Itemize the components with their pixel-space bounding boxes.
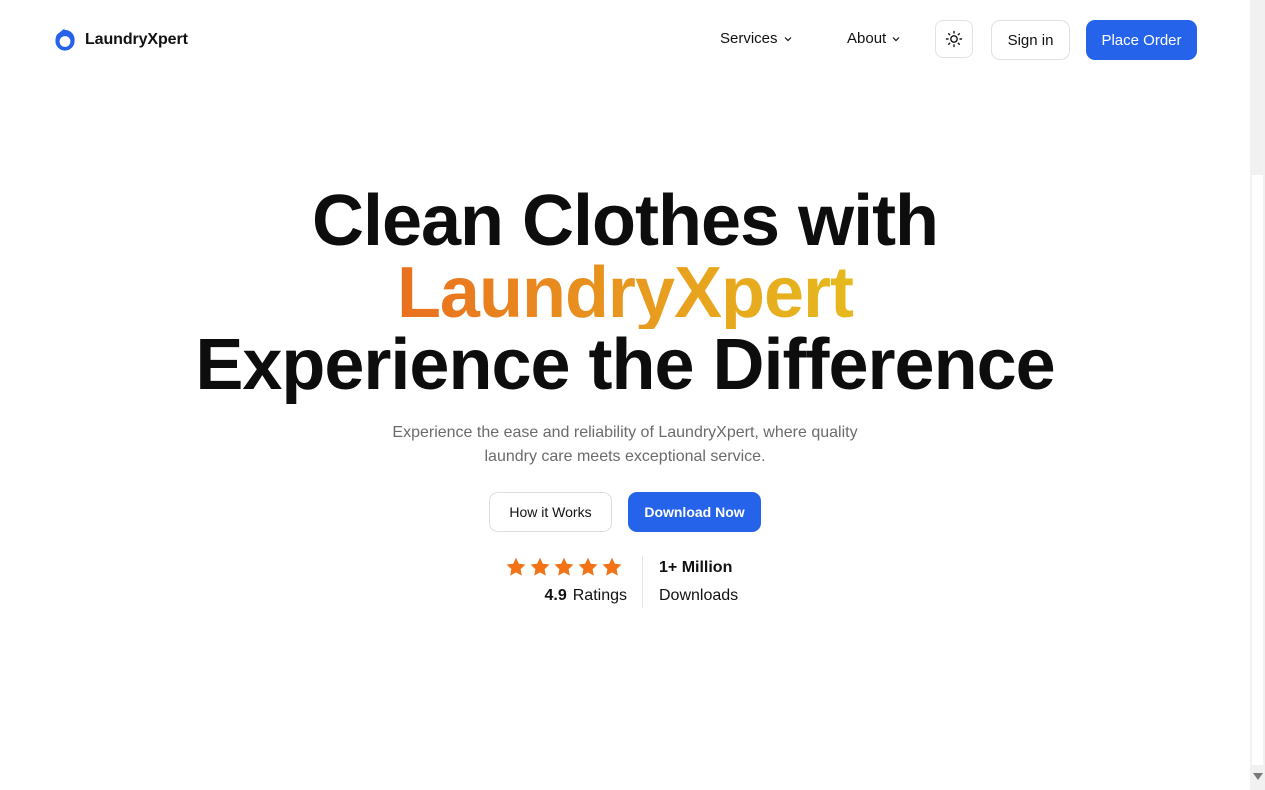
nav-services-label: Services bbox=[720, 30, 778, 47]
nav-about[interactable]: About bbox=[847, 30, 900, 47]
downloads-summary: 1+ Million Downloads bbox=[659, 559, 738, 605]
brand-logo-link[interactable]: LaundryXpert bbox=[52, 27, 188, 52]
star-icon bbox=[602, 557, 622, 576]
star-icon bbox=[554, 557, 574, 576]
downloads-count: 1+ Million bbox=[659, 559, 733, 576]
chevron-down-icon bbox=[784, 36, 791, 41]
hero-title-line-1: Clean Clothes with bbox=[311, 181, 939, 261]
site-header: LaundryXpert Services About Sign in Plac… bbox=[0, 0, 1250, 80]
hero-subtitle: Experience the ease and reliability of L… bbox=[392, 424, 858, 465]
nav-services[interactable]: Services bbox=[720, 30, 792, 47]
sign-in-button[interactable]: Sign in bbox=[991, 20, 1070, 60]
star-icon bbox=[578, 557, 598, 576]
rating-value: 4.9 bbox=[544, 587, 567, 604]
nav-about-label: About bbox=[847, 30, 887, 47]
how-it-works-button[interactable]: How it Works bbox=[489, 492, 612, 532]
star-icon bbox=[506, 557, 526, 576]
stats-divider bbox=[642, 556, 643, 608]
theme-toggle-button[interactable] bbox=[935, 20, 973, 58]
scroll-down-arrow-icon[interactable] bbox=[1253, 773, 1263, 780]
downloads-label: Downloads bbox=[659, 587, 739, 604]
download-now-button[interactable]: Download Now bbox=[628, 492, 761, 532]
vertical-scrollbar[interactable] bbox=[1250, 0, 1265, 790]
drop-ring-icon bbox=[55, 28, 75, 51]
rating-label: Ratings bbox=[572, 587, 627, 604]
sun-icon bbox=[945, 30, 963, 48]
hero-title: Clean Clothes with LaundryXpert Experien… bbox=[0, 185, 1250, 401]
scrollbar-thumb[interactable] bbox=[1252, 175, 1263, 765]
chevron-down-icon bbox=[892, 36, 900, 41]
rating-summary: 4.9 Ratings bbox=[505, 556, 627, 610]
hero-title-line-3: Experience the Difference bbox=[195, 325, 1055, 405]
hero-title-brand: LaundryXpert bbox=[0, 257, 1250, 329]
landing-page: LaundryXpert Services About Sign in Plac… bbox=[0, 0, 1265, 790]
rating-text: 4.9 Ratings bbox=[545, 587, 628, 605]
star-icon bbox=[530, 557, 550, 576]
place-order-button[interactable]: Place Order bbox=[1086, 20, 1197, 60]
star-rating bbox=[505, 556, 623, 578]
brand-name: LaundryXpert bbox=[85, 30, 188, 48]
